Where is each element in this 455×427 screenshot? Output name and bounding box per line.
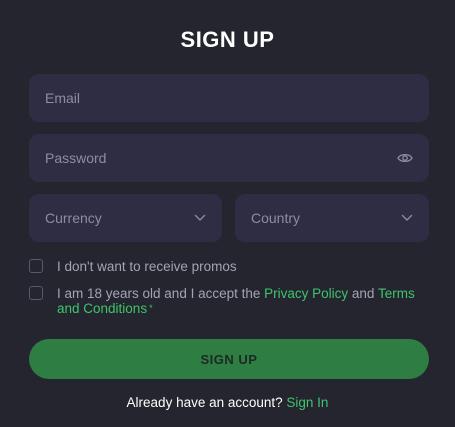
footer-text: Already have an account? bbox=[126, 395, 287, 410]
terms-text: I am 18 years old and I accept the Priva… bbox=[57, 286, 429, 316]
email-field[interactable] bbox=[29, 74, 429, 122]
required-mark: * bbox=[149, 303, 153, 313]
terms-option: I am 18 years old and I accept the Priva… bbox=[29, 286, 429, 316]
signin-link[interactable]: Sign In bbox=[286, 395, 328, 410]
password-input[interactable] bbox=[45, 150, 397, 166]
chevron-down-icon bbox=[401, 214, 413, 222]
promo-label: I don't want to receive promos bbox=[57, 259, 237, 274]
password-field[interactable] bbox=[29, 134, 429, 182]
terms-and: and bbox=[348, 286, 378, 301]
currency-select[interactable]: Currency bbox=[29, 194, 222, 242]
privacy-policy-link[interactable]: Privacy Policy bbox=[264, 286, 348, 301]
eye-icon[interactable] bbox=[397, 152, 413, 164]
country-select[interactable]: Country bbox=[235, 194, 429, 242]
chevron-down-icon bbox=[194, 214, 206, 222]
promo-checkbox[interactable] bbox=[29, 259, 43, 273]
country-label: Country bbox=[251, 210, 301, 226]
page-title: SIGN UP bbox=[180, 27, 275, 52]
signin-prompt: Already have an account? Sign In bbox=[0, 395, 455, 410]
signup-button[interactable]: SIGN UP bbox=[29, 339, 429, 379]
signup-panel: SIGN UP Currency Country I don't want to… bbox=[0, 0, 455, 427]
currency-label: Currency bbox=[45, 210, 102, 226]
promo-option: I don't want to receive promos bbox=[29, 259, 429, 274]
email-input[interactable] bbox=[45, 90, 413, 106]
terms-prefix: I am 18 years old and I accept the bbox=[57, 286, 265, 301]
terms-checkbox[interactable] bbox=[29, 286, 43, 300]
